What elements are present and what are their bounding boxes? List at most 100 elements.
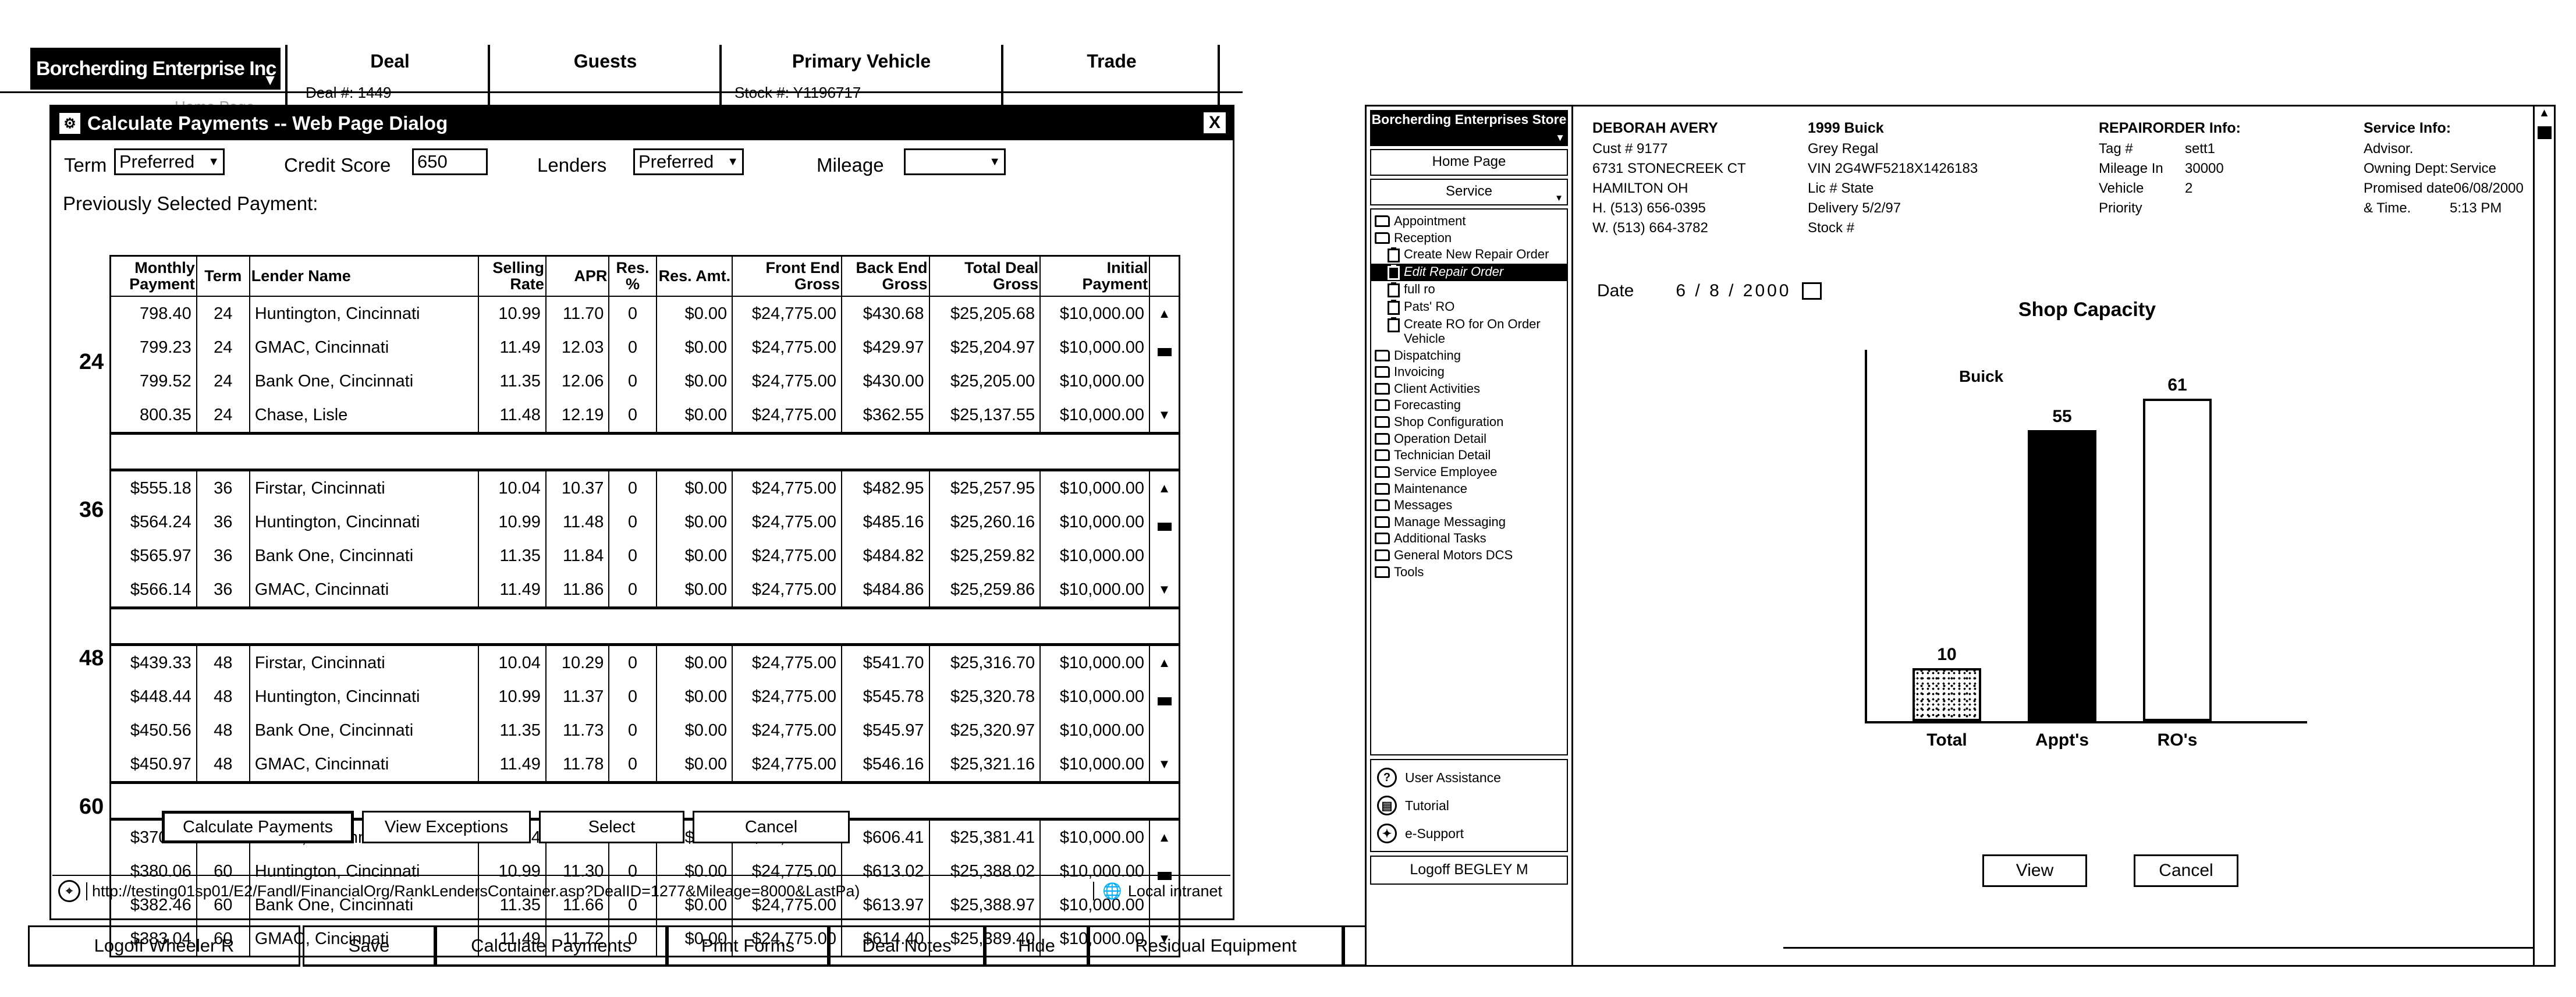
table-row[interactable]: 800.35 24 Chase, Lisle 11.48 12.19 0 $0.00 $24,… [109, 398, 1180, 434]
nav-item-label: full ro [1404, 282, 1435, 297]
nav-item-operation-detail[interactable]: Operation Detail [1371, 431, 1567, 448]
cell-front: $24,775.00 [732, 296, 843, 331]
ro-cancel-button[interactable]: Cancel [2134, 854, 2238, 887]
deal-calculate-payments-button[interactable]: Calculate Payments [435, 925, 667, 967]
dialog-cancel-button[interactable]: Cancel [693, 811, 850, 843]
deal-print-forms-button[interactable]: Print Forms [667, 925, 829, 967]
nav-item-client-activities[interactable]: Client Activities [1371, 381, 1567, 398]
cell-payment: $448.44 [109, 680, 197, 714]
row-scroll-cell: ▼ [1149, 398, 1180, 434]
org-selector-dropdown[interactable]: Borcherding Enterprise Inc ▼ [30, 48, 281, 90]
scroll-thumb[interactable] [1157, 348, 1172, 357]
nav-item-edit-repair-order[interactable]: Edit Repair Order [1371, 264, 1567, 282]
deal-hide-button[interactable]: Hide [985, 925, 1088, 967]
nav-item-tools[interactable]: Tools [1371, 564, 1567, 581]
date-value[interactable]: 6 / 8 / 2000 [1676, 281, 1791, 301]
scroll-up-icon[interactable]: ▲ [2535, 107, 2554, 120]
scroll-thumb[interactable] [1157, 697, 1172, 706]
nav-item-invoicing[interactable]: Invoicing [1371, 364, 1567, 381]
nav-item-messages[interactable]: Messages [1371, 497, 1567, 514]
lenders-select[interactable]: Preferred ▼ [633, 148, 744, 175]
scroll-down-icon[interactable]: ▼ [1155, 757, 1174, 772]
cell-front: $24,775.00 [732, 644, 843, 680]
nav-item-maintenance[interactable]: Maintenance [1371, 481, 1567, 498]
logoff-button[interactable]: Logoff Wheeler R [28, 925, 300, 967]
mileage-select[interactable]: ▼ [904, 148, 1006, 175]
chevron-down-icon: ▼ [989, 155, 1000, 168]
nav-item-technician-detail[interactable]: Technician Detail [1371, 447, 1567, 464]
nav-logoff-button[interactable]: Logoff BEGLEY M [1370, 856, 1568, 885]
nav-module-selector[interactable]: Service ▼ [1370, 179, 1568, 205]
nav-item-forecasting[interactable]: Forecasting [1371, 397, 1567, 414]
cell-payment: $439.33 [109, 644, 197, 680]
nav-item-shop-configuration[interactable]: Shop Configuration [1371, 414, 1567, 431]
nav-item-reception[interactable]: Reception [1371, 230, 1567, 247]
deal-save-button[interactable]: Save [303, 925, 435, 967]
tab-deal[interactable]: Deal [297, 51, 483, 72]
nav-item-additional-tasks[interactable]: Additional Tasks [1371, 530, 1567, 547]
table-row[interactable]: 799.52 24 Bank One, Cincinnati 11.35 12.06 0 $… [109, 364, 1180, 399]
credit-score-label: Credit Score [284, 154, 391, 176]
table-row[interactable]: $448.44 48 Huntington, Cincinnati 10.99 11.3… [109, 680, 1180, 714]
calculate-payments-dialog: ⚙ Calculate Payments -- Web Page Dialog … [49, 105, 1234, 958]
deal-residual-equipment-button[interactable]: Residual Equipment [1088, 925, 1343, 967]
cell-lender: Bank One, Cincinnati [249, 364, 480, 399]
nav-home-page-button[interactable]: Home Page [1370, 149, 1568, 176]
cell-back: $430.68 [841, 296, 930, 331]
credit-score-input[interactable]: 650 [412, 148, 488, 175]
table-row[interactable]: $565.97 36 Bank One, Cincinnati 11.35 11.84 0… [109, 539, 1180, 573]
cell-respct: 0 [608, 714, 657, 748]
scroll-up-icon[interactable]: ▲ [1155, 655, 1174, 670]
table-row[interactable]: $450.56 48 Bank One, Cincinnati 11.35 11.73 0… [109, 714, 1180, 748]
nav-item-appointment[interactable]: Appointment [1371, 213, 1567, 230]
deal-deal-notes-button[interactable]: Deal Notes [829, 925, 985, 967]
calendar-icon[interactable] [1801, 282, 1822, 300]
nav-item-manage-messaging[interactable]: Manage Messaging [1371, 514, 1567, 531]
nav-item-general-motors-dcs[interactable]: General Motors DCS [1371, 547, 1567, 564]
table-row[interactable]: 798.40 24 Huntington, Cincinnati 10.99 11.70… [109, 296, 1180, 331]
dialog-select-button[interactable]: Select [539, 811, 684, 843]
scroll-up-icon[interactable]: ▲ [1155, 830, 1174, 845]
scroll-thumb[interactable] [2538, 126, 2552, 139]
nav-item-service-employee[interactable]: Service Employee [1371, 464, 1567, 481]
nav-e-support-item[interactable]: ✦ e-Support [1371, 819, 1567, 847]
vertical-scrollbar[interactable]: ▲ [2533, 107, 2554, 965]
tab-guests[interactable]: Guests [501, 51, 710, 72]
table-row[interactable]: $555.18 36 Firstar, Cincinnati 10.04 10.37 0 $… [109, 470, 1180, 506]
nav-user-assistance-item[interactable]: ? User Assistance [1371, 764, 1567, 792]
nav-org-selector[interactable]: Borcherding Enterprises Store ▼ [1370, 110, 1568, 146]
scroll-down-icon[interactable]: ▼ [1155, 582, 1174, 597]
nav-item-dispatching[interactable]: Dispatching [1371, 347, 1567, 364]
scroll-thumb[interactable] [1157, 523, 1172, 531]
cell-front: $24,775.00 [732, 364, 843, 399]
dialog-calculate-payments-button[interactable]: Calculate Payments [162, 811, 354, 843]
chevron-down-icon: ▼ [208, 155, 219, 168]
close-icon[interactable]: X [1202, 111, 1227, 134]
scroll-up-icon[interactable]: ▲ [1155, 306, 1174, 321]
ro-view-button[interactable]: View [1982, 854, 2087, 887]
table-row[interactable]: $450.97 48 GMAC, Cincinnati 11.49 11.78 0 $0.0… [109, 747, 1180, 783]
tab-primary-vehicle[interactable]: Primary Vehicle [728, 51, 995, 72]
scroll-down-icon[interactable]: ▼ [1155, 407, 1174, 423]
scroll-up-icon[interactable]: ▲ [1155, 481, 1174, 496]
nav-item-create-ro-for-on-order-vehicle[interactable]: Create RO for On Order Vehicle [1371, 316, 1567, 347]
term-select[interactable]: Preferred ▼ [114, 148, 225, 175]
repair-order-key: Tag # [2099, 140, 2133, 157]
horizontal-scrollbar[interactable] [1783, 947, 2533, 965]
nav-item-create-new-repair-order[interactable]: Create New Repair Order [1371, 246, 1567, 264]
nav-item-pats-ro[interactable]: Pats' RO [1371, 299, 1567, 316]
table-row[interactable]: $566.14 36 GMAC, Cincinnati 11.49 11.86 0 $0.0… [109, 573, 1180, 608]
dialog-view-exceptions-button[interactable]: View Exceptions [362, 811, 531, 843]
folder-icon [1375, 533, 1390, 545]
cell-payment: $555.18 [109, 470, 197, 506]
nav-item-full-ro[interactable]: full ro [1371, 281, 1567, 299]
folder-icon [1375, 549, 1390, 561]
table-row[interactable]: 799.23 24 GMAC, Cincinnati 11.49 12.03 0 $0.00… [109, 331, 1180, 365]
tab-trade[interactable]: Trade [1013, 51, 1211, 72]
table-row[interactable]: $439.33 48 Firstar, Cincinnati 10.04 10.29 0 $… [109, 644, 1180, 680]
cell-total: $25,321.16 [928, 747, 1041, 783]
cell-total: $25,259.82 [928, 539, 1041, 573]
table-row[interactable]: $564.24 36 Huntington, Cincinnati 10.99 11.4… [109, 505, 1180, 540]
cell-term: 24 [196, 296, 250, 331]
nav-tutorial-item[interactable]: ▤ Tutorial [1371, 792, 1567, 819]
